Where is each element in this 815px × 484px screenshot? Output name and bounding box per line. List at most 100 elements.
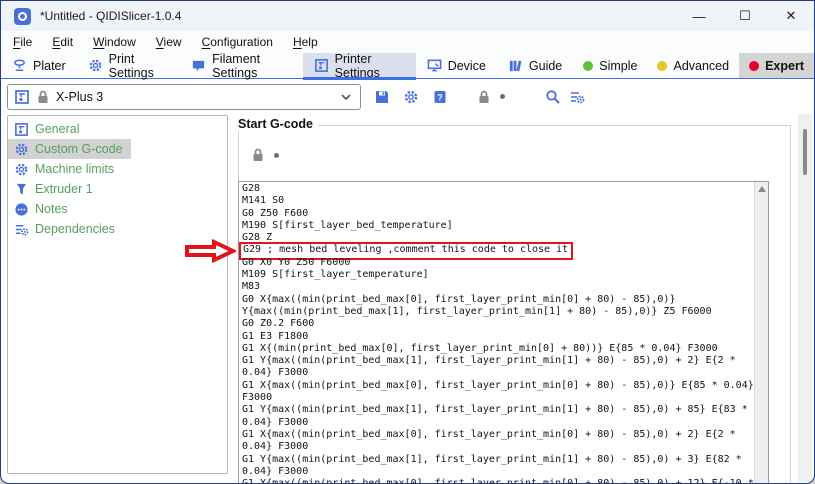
notes-icon xyxy=(14,202,29,217)
tab-bar: Plater Print Settings Filament Settings … xyxy=(1,53,814,79)
tab-label: Device xyxy=(448,59,486,73)
sidebar-item-extruder-1[interactable]: Extruder 1 xyxy=(8,179,227,199)
tab-label: Print Settings xyxy=(109,52,170,80)
filament-icon xyxy=(191,58,206,73)
simple-mode-dot-icon xyxy=(583,61,593,71)
gcode-scrollbar[interactable] xyxy=(754,182,768,483)
printer-icon xyxy=(14,122,29,137)
gcode-line: M190 S[first_layer_bed_temperature] xyxy=(242,220,754,232)
advanced-mode-dot-icon xyxy=(657,61,667,71)
printer-preset-select[interactable]: X-Plus 3 xyxy=(7,84,361,110)
window-title: *Untitled - QIDISlicer-1.0.4 xyxy=(40,9,181,23)
plater-icon xyxy=(12,58,27,73)
gcode-line: M83 xyxy=(242,281,754,293)
mode-label: Simple xyxy=(599,59,637,73)
sidebar-item-dependencies[interactable]: Dependencies xyxy=(8,219,227,239)
app-logo-icon xyxy=(14,8,31,25)
preset-toolbar: X-Plus 3 ? xyxy=(1,80,814,113)
maximize-button[interactable]: ☐ xyxy=(722,1,768,31)
sidebar-item-label: Extruder 1 xyxy=(35,182,93,196)
help-button[interactable]: ? xyxy=(432,89,448,105)
annotation-arrow-icon xyxy=(184,239,236,263)
save-icon xyxy=(374,89,390,105)
window-scrollbar[interactable] xyxy=(798,114,812,482)
printer-icon xyxy=(14,89,30,105)
minimize-button[interactable]: — xyxy=(676,1,722,31)
sidebar-item-label: Notes xyxy=(35,202,68,216)
compare-settings-button[interactable] xyxy=(569,89,585,105)
sidebar-item-label: Machine limits xyxy=(35,162,114,176)
save-preset-button[interactable] xyxy=(374,89,390,105)
menu-bar: File Edit Window View Configuration Help xyxy=(1,31,814,53)
gcode-line: G29 ; mesh bed leveling ,comment this co… xyxy=(242,244,754,256)
tab-label: Guide xyxy=(529,59,562,73)
device-icon xyxy=(427,58,442,73)
gcode-line: G1 Y{max((min(print_bed_max[1], first_la… xyxy=(242,454,754,479)
help-book-icon: ? xyxy=(432,89,448,105)
settings-sidebar: General Custom G-code Machine limits Ext… xyxy=(7,115,228,474)
menu-edit[interactable]: Edit xyxy=(44,33,81,51)
tab-filament-settings[interactable]: Filament Settings xyxy=(180,53,303,78)
mode-advanced[interactable]: Advanced xyxy=(647,53,739,78)
gcode-line: G1 Y{max((min(print_bed_max[1], first_la… xyxy=(242,404,754,429)
mode-label: Advanced xyxy=(673,59,729,73)
mode-expert[interactable]: Expert xyxy=(739,53,814,78)
compare-settings-icon xyxy=(569,89,585,105)
gcode-line: G1 X{max((min(print_bed_max[0], first_la… xyxy=(242,478,754,484)
tab-device[interactable]: Device xyxy=(416,53,497,78)
guide-icon xyxy=(508,58,523,73)
gear-icon xyxy=(88,58,103,73)
sidebar-item-machine-limits[interactable]: Machine limits xyxy=(8,159,227,179)
sidebar-item-label: General xyxy=(35,122,79,136)
gcode-line: G1 E3 F1800 xyxy=(242,331,754,343)
title-bar: *Untitled - QIDISlicer-1.0.4 — ☐ ✕ xyxy=(1,1,814,31)
tab-label: Filament Settings xyxy=(212,52,292,80)
funnel-icon xyxy=(14,182,29,197)
gcode-lock-row[interactable] xyxy=(250,147,279,163)
gcode-line: M109 S[first_layer_temperature] xyxy=(242,269,754,281)
modified-dot-icon xyxy=(274,153,279,158)
gcode-line: G1 X{max((min(print_bed_max[0], first_la… xyxy=(242,429,754,454)
lock-settings-button[interactable] xyxy=(476,89,505,105)
preset-settings-button[interactable] xyxy=(403,89,419,105)
dependencies-icon xyxy=(14,222,29,237)
lock-icon xyxy=(250,147,266,163)
expert-mode-dot-icon xyxy=(749,61,759,71)
menu-file[interactable]: File xyxy=(5,33,40,51)
gcode-line: G1 X{max((min(print_bed_max[0], first_la… xyxy=(242,380,754,405)
sidebar-item-label: Custom G-code xyxy=(35,142,123,156)
gcode-line: G0 X{max((min(print_bed_max[0], first_la… xyxy=(242,294,754,319)
sidebar-item-notes[interactable]: Notes xyxy=(8,199,227,219)
tab-label: Printer Settings xyxy=(335,52,405,80)
menu-view[interactable]: View xyxy=(148,33,190,51)
start-gcode-textarea[interactable]: G28M141 S0G0 Z50 F600M190 S[first_layer_… xyxy=(238,181,769,484)
tab-printer-settings[interactable]: Printer Settings xyxy=(303,53,416,78)
tab-print-settings[interactable]: Print Settings xyxy=(77,53,181,78)
tab-label: Plater xyxy=(33,59,66,73)
mode-label: Expert xyxy=(765,59,804,73)
scroll-up-arrow-icon[interactable] xyxy=(758,186,766,192)
gcode-text: G28M141 S0G0 Z50 F600M190 S[first_layer_… xyxy=(242,183,754,484)
sidebar-item-custom-gcode[interactable]: Custom G-code xyxy=(8,139,131,159)
lock-icon xyxy=(476,89,492,105)
gear-icon xyxy=(14,142,29,157)
svg-text:?: ? xyxy=(437,92,443,102)
modified-dot-icon xyxy=(500,94,505,99)
search-button[interactable] xyxy=(545,89,561,105)
mode-simple[interactable]: Simple xyxy=(573,53,647,78)
gcode-line: M141 S0 xyxy=(242,195,754,207)
sidebar-item-general[interactable]: General xyxy=(8,119,227,139)
gcode-line: G0 Z0.2 F600 xyxy=(242,318,754,330)
app-window: *Untitled - QIDISlicer-1.0.4 — ☐ ✕ File … xyxy=(0,0,815,484)
tab-plater[interactable]: Plater xyxy=(1,53,77,78)
menu-help[interactable]: Help xyxy=(285,33,326,51)
gcode-line: G0 Z50 F600 xyxy=(242,208,754,220)
menu-configuration[interactable]: Configuration xyxy=(194,33,281,51)
search-icon xyxy=(545,89,561,105)
tab-guide[interactable]: Guide xyxy=(497,53,573,78)
lock-icon xyxy=(35,89,51,105)
window-scrollbar-thumb[interactable] xyxy=(803,129,807,175)
close-button[interactable]: ✕ xyxy=(768,1,814,31)
section-title: Start G-code xyxy=(238,117,319,131)
menu-window[interactable]: Window xyxy=(85,33,144,51)
